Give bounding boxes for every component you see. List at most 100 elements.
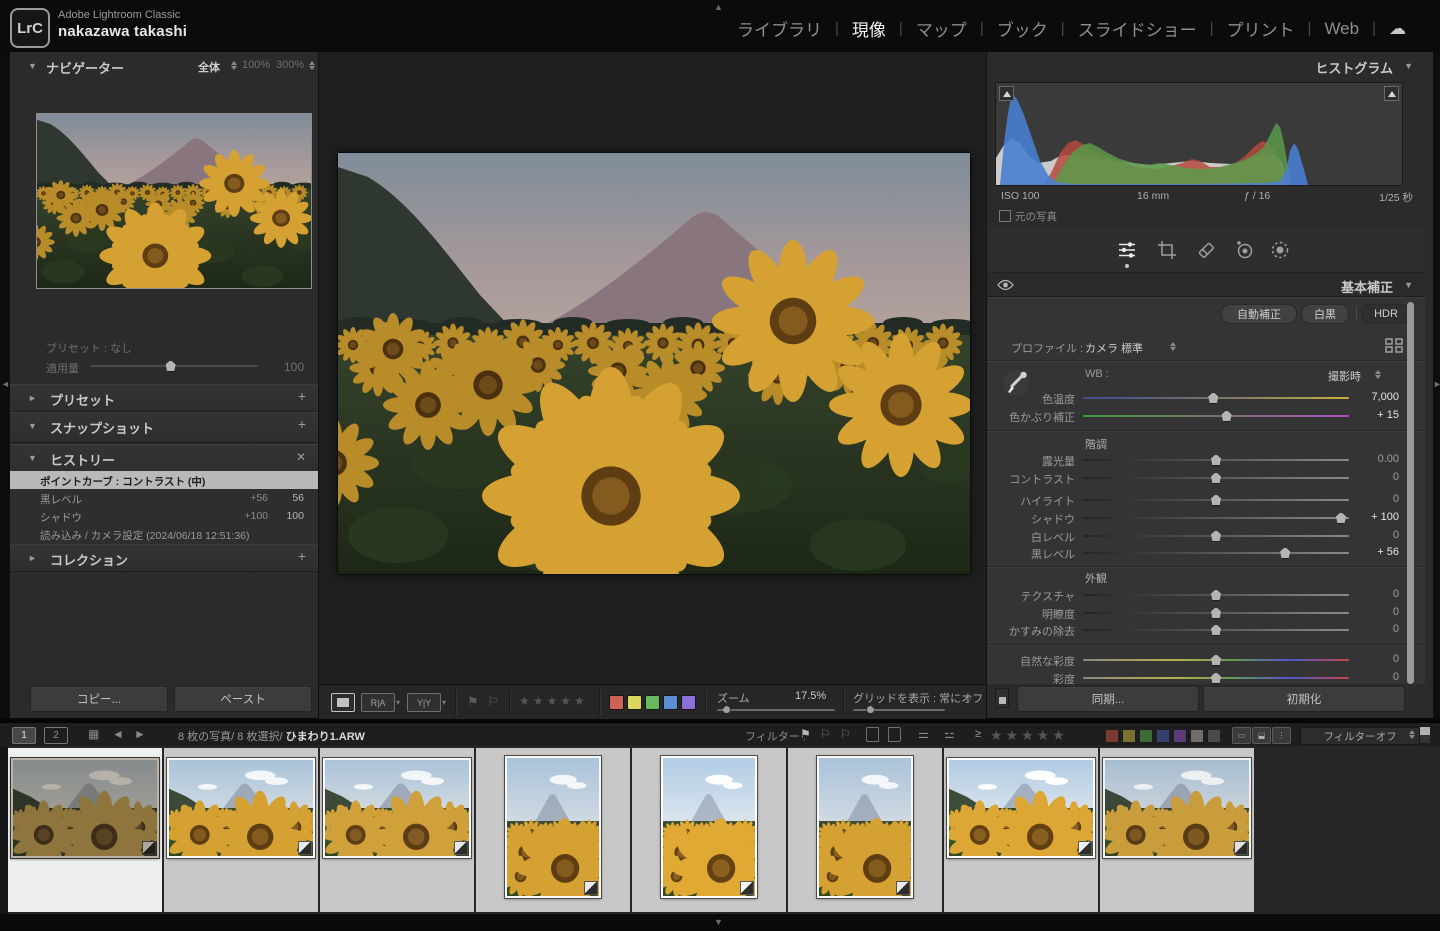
module-develop[interactable]: 現像 (852, 16, 886, 41)
before-after-view-icon[interactable]: Y|Y (407, 693, 441, 712)
navigator-zoom-fit[interactable]: 全体 (198, 59, 220, 75)
highlight-clipping-indicator-icon[interactable] (1384, 86, 1399, 101)
loupe-view-icon[interactable] (331, 693, 355, 712)
adjustment-badge-icon[interactable] (298, 841, 312, 855)
filter-flag-unflagged-icon[interactable]: ⚐ (820, 727, 831, 741)
second-window-button[interactable]: 2 (44, 727, 68, 744)
reset-button[interactable]: 初期化 (1203, 686, 1405, 712)
saturation-slider[interactable] (1083, 677, 1349, 679)
filter-label-yellow[interactable] (1122, 729, 1136, 743)
highlights-slider[interactable] (1083, 499, 1349, 501)
filter-edited-icon[interactable] (866, 727, 879, 742)
history-section-header[interactable]: ▼ ヒストリー ✕ (10, 444, 318, 472)
filter-preset-dropdown[interactable]: フィルターオフ (1300, 727, 1420, 745)
before-after-caret-icon[interactable]: ▾ (442, 698, 446, 707)
previous-photo-icon[interactable]: ◄ (112, 727, 124, 741)
presets-section-header[interactable]: ► プリセット + (10, 384, 318, 412)
wb-value[interactable]: 撮影時 (1328, 368, 1361, 384)
thumbnail-cell[interactable] (1100, 748, 1254, 912)
red-eye-tool-icon[interactable] (1232, 238, 1256, 262)
profile-stepper-icon[interactable] (1170, 342, 1176, 351)
next-photo-icon[interactable]: ► (134, 727, 146, 741)
history-item[interactable]: ポイントカーブ : コントラスト (中) (10, 471, 318, 489)
main-window-button[interactable]: 1 (12, 727, 36, 744)
healing-tool-icon[interactable] (1194, 238, 1218, 262)
bottom-panel-toggle-rail[interactable]: ▼ (0, 914, 1440, 931)
rating-stars[interactable]: ★★★★★ (519, 694, 588, 708)
vibrance-slider[interactable] (1083, 659, 1349, 661)
filter-adjusted-icon[interactable]: ⚌ (918, 727, 929, 741)
history-item[interactable]: シャドウ +100 100 (10, 507, 318, 525)
filter-view-label-button[interactable]: ⬓ (1252, 727, 1271, 744)
zoom-slider[interactable] (717, 709, 835, 711)
filter-unadjusted-icon[interactable]: ⚍ (944, 727, 955, 741)
histogram-header[interactable]: ヒストグラム ▼ (987, 54, 1425, 78)
navigator-zoom-300[interactable]: 300% (276, 59, 304, 71)
filter-label-green[interactable] (1139, 729, 1153, 743)
filter-label-red[interactable] (1105, 729, 1119, 743)
filter-preset-stepper-icon[interactable] (1409, 730, 1415, 739)
grid-view-icon[interactable]: ▦ (88, 727, 99, 741)
hdr-button[interactable]: HDR (1361, 304, 1411, 324)
filter-rating-stars[interactable]: ★★★★★ (990, 727, 1068, 744)
navigator-header[interactable]: ▼ ナビゲーター 全体 100% 300% (10, 54, 318, 78)
copy-button[interactable]: コピー... (30, 686, 168, 712)
thumbnail-cell[interactable] (476, 748, 630, 912)
flag-pick-icon[interactable]: ⚑ (467, 694, 479, 710)
thumbnail-cell[interactable] (788, 748, 942, 912)
module-slideshow[interactable]: スライドショー (1078, 16, 1197, 41)
snapshots-section-header[interactable]: ▼ スナップショット + (10, 412, 318, 440)
crop-tool-icon[interactable] (1155, 238, 1179, 262)
add-preset-icon[interactable]: + (298, 388, 306, 404)
adjustment-badge-icon[interactable] (584, 881, 598, 895)
zoom-stepper-icon[interactable] (309, 61, 315, 70)
clear-history-icon[interactable]: ✕ (296, 450, 306, 464)
clarity-slider[interactable] (1083, 612, 1349, 614)
texture-slider[interactable] (1083, 594, 1349, 596)
flag-reject-icon[interactable]: ⚐ (487, 694, 499, 710)
history-item[interactable]: 黒レベル +56 56 (10, 489, 318, 507)
grid-overlay-label[interactable]: グリッドを表示 : 常にオフ (853, 690, 983, 706)
histogram-panel[interactable] (995, 82, 1403, 186)
collections-section-header[interactable]: ► コレクション + (10, 544, 318, 572)
shadow-clipping-indicator-icon[interactable] (999, 86, 1014, 101)
profile-value[interactable]: カメラ 標準 (1085, 340, 1143, 356)
module-web[interactable]: Web (1324, 19, 1359, 39)
basic-panel-header[interactable]: 基本補正 ▼ (987, 274, 1425, 297)
adjustment-badge-icon[interactable] (740, 881, 754, 895)
grid-size-slider[interactable] (853, 709, 945, 711)
module-map[interactable]: マップ (916, 16, 967, 41)
thumbnail-cell[interactable] (944, 748, 1098, 912)
module-library[interactable]: ライブラリ (737, 16, 822, 41)
history-item[interactable]: 読み込み / カメラ設定 (2024/06/18 12:51:36) (10, 525, 318, 545)
filter-label-gray[interactable] (1190, 729, 1204, 743)
temp-slider[interactable] (1083, 397, 1349, 399)
filter-label-purple[interactable] (1173, 729, 1187, 743)
sync-toggle-icon[interactable] (995, 688, 1009, 708)
wb-stepper-icon[interactable] (1375, 370, 1381, 379)
top-panel-toggle-icon[interactable]: ▲ (714, 3, 723, 12)
main-photo[interactable] (337, 152, 971, 575)
exposure-slider[interactable] (1083, 459, 1349, 461)
right-panel-toggle-rail[interactable]: ► (1432, 52, 1440, 718)
bw-button[interactable]: 白黒 (1301, 304, 1349, 324)
color-label-red[interactable] (609, 695, 624, 710)
filter-view-flag-button[interactable]: ▭ (1232, 727, 1251, 744)
edit-tool-icon[interactable] (1115, 238, 1139, 262)
rating-ge[interactable]: ≥ (975, 728, 981, 740)
add-collection-icon[interactable]: + (298, 548, 306, 564)
paste-button[interactable]: ペースト (174, 686, 312, 712)
blacks-slider[interactable] (1083, 552, 1349, 554)
filter-label-blue[interactable] (1156, 729, 1170, 743)
filter-unedited-icon[interactable] (888, 727, 901, 742)
cloud-sync-icon[interactable]: ☁ (1389, 19, 1406, 39)
adjustment-badge-icon[interactable] (896, 881, 910, 895)
amount-slider[interactable] (90, 365, 258, 367)
right-panel-scrollbar[interactable] (1407, 302, 1414, 684)
dehaze-slider[interactable] (1083, 629, 1349, 631)
left-panel-toggle-rail[interactable]: ◄ (0, 52, 10, 718)
filter-label-none[interactable] (1207, 729, 1221, 743)
tint-slider[interactable] (1083, 415, 1349, 417)
auto-button[interactable]: 自動補正 (1221, 304, 1297, 324)
adjustment-badge-icon[interactable] (1234, 841, 1248, 855)
